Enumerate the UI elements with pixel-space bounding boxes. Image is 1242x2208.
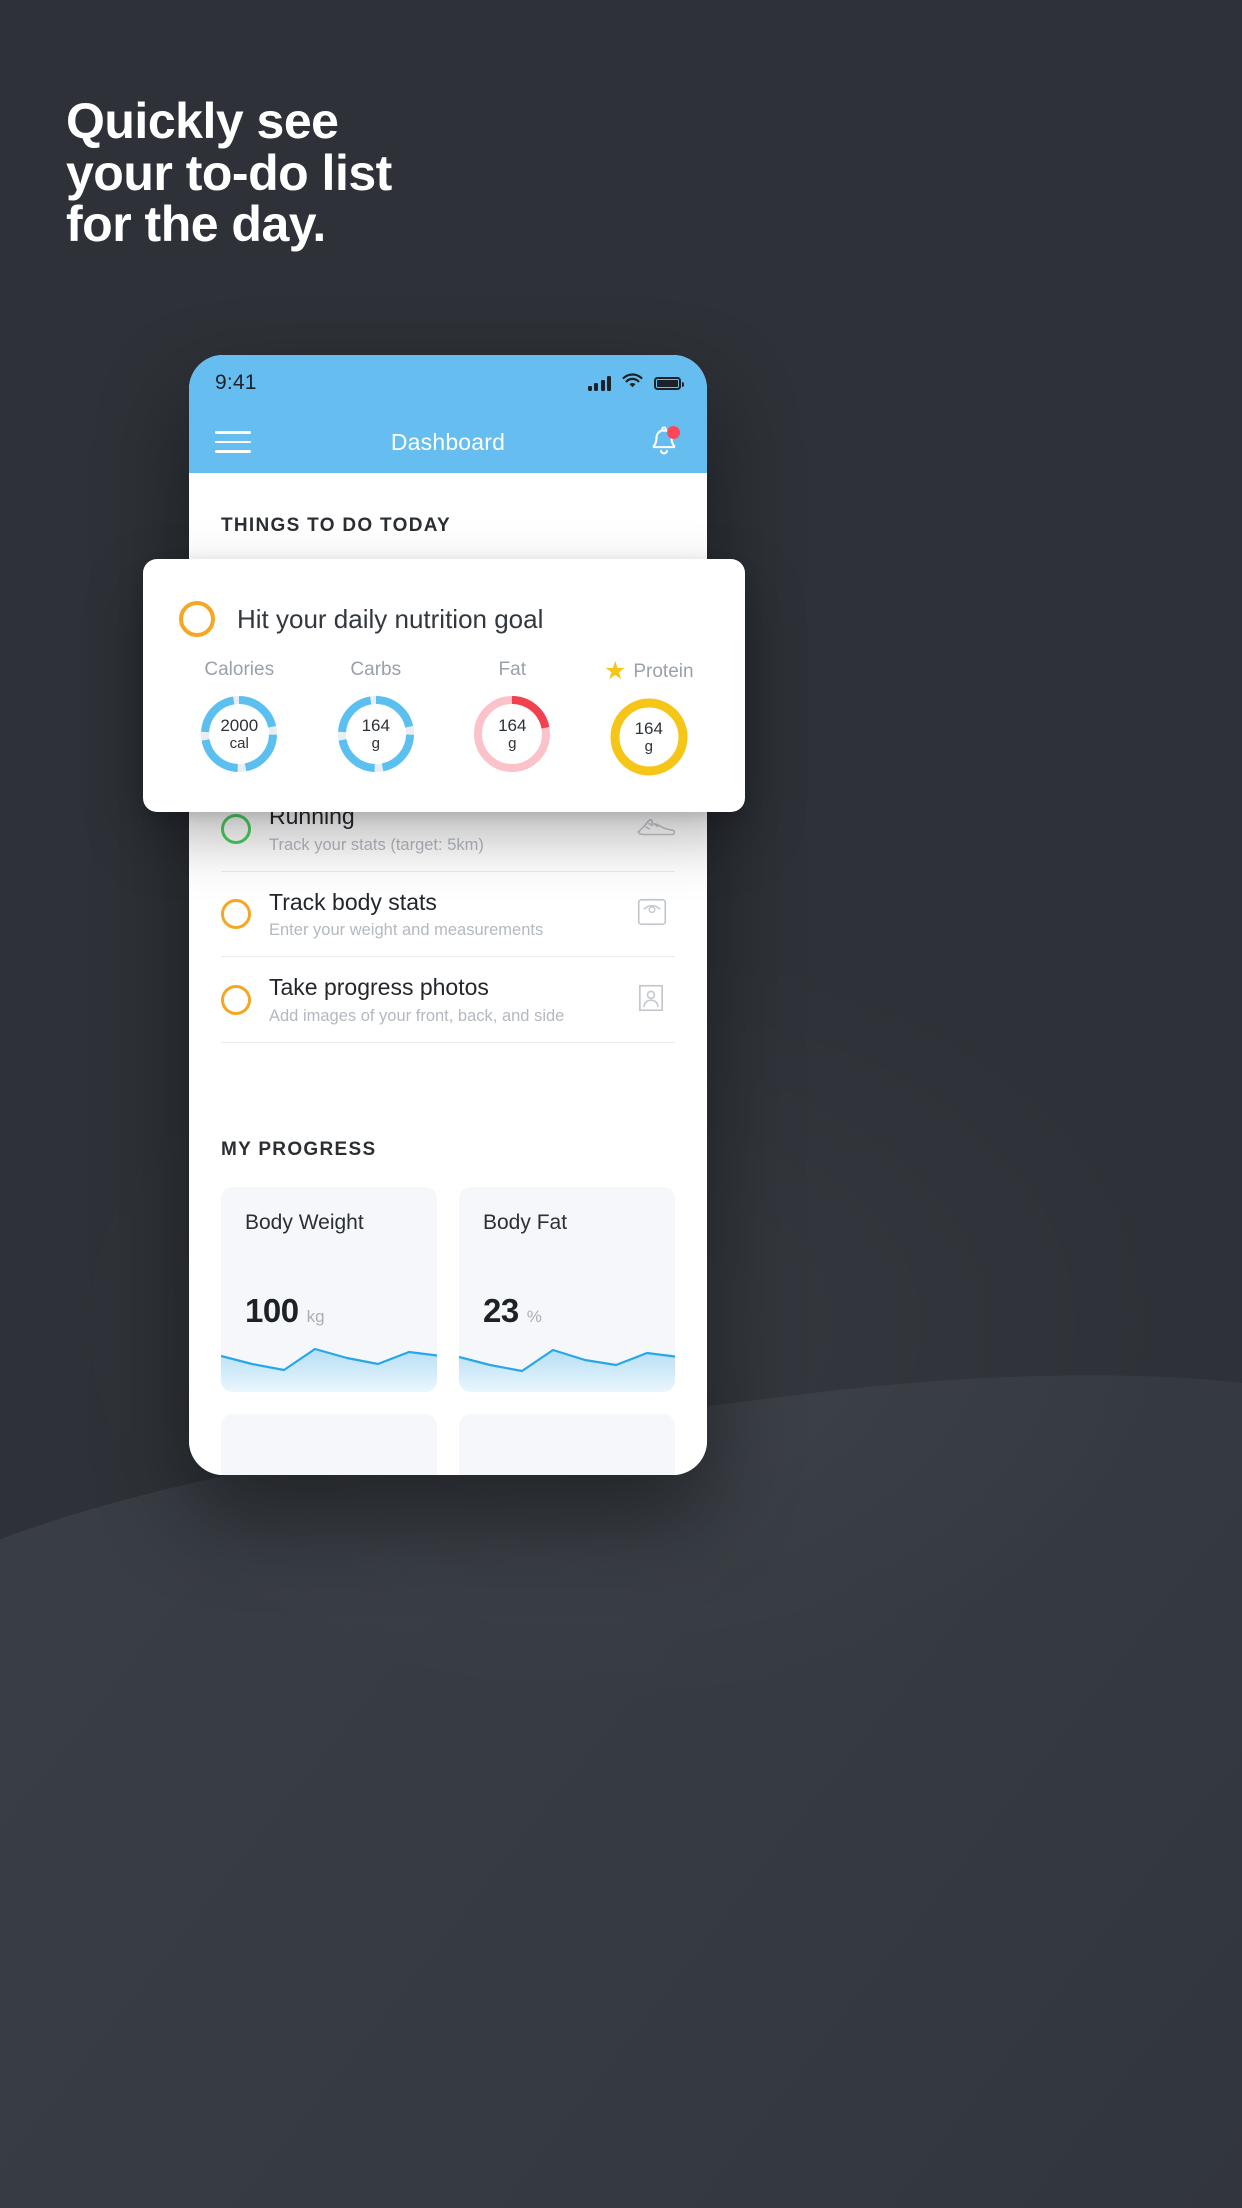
phone-top-bar: 9:41 Dashboard (189, 355, 707, 473)
todo-checkbox-icon[interactable] (221, 899, 251, 930)
phone-mockup: 9:41 Dashboard THINGS TO DO TODAY Runnin… (189, 355, 707, 1475)
person-photo-icon (635, 981, 675, 1019)
macro-donut-text: 164 g (606, 694, 692, 780)
nutrition-goal-card[interactable]: Hit your daily nutrition goal Calories 2… (143, 559, 745, 812)
signal-bars-icon (587, 375, 611, 391)
progress-card-title: Body Fat (483, 1210, 568, 1234)
progress-card-number: 100 (245, 1291, 299, 1329)
macro-donut-carbs: 164 g (333, 691, 419, 777)
notification-bell-icon[interactable] (647, 425, 681, 459)
progress-card-title: Body Weight (245, 1210, 364, 1234)
progress-card-placeholder[interactable] (221, 1413, 437, 1475)
macro-carbs[interactable]: Carbs 164 g (308, 659, 445, 780)
macro-ring-row: Calories 2000 cal Carbs 164 g Fat 164 g … (143, 637, 745, 780)
macro-value: 164 (361, 715, 390, 735)
notification-badge (667, 426, 680, 439)
progress-card-row: Body Weight 100 kg Body Fat 23 % (221, 1186, 675, 1392)
running-shoe-icon (635, 810, 676, 848)
macro-fat[interactable]: Fat 164 g (444, 659, 581, 780)
todo-title: Take progress photos (269, 974, 489, 1001)
nutrition-card-header: Hit your daily nutrition goal (143, 559, 745, 637)
macro-calories[interactable]: Calories 2000 cal (171, 659, 308, 780)
macro-unit: g (371, 734, 380, 752)
status-bar-icons (587, 372, 684, 394)
todo-checkbox-icon[interactable] (221, 813, 251, 844)
macro-label-row: Calories (204, 659, 274, 681)
progress-card-row-next (221, 1413, 675, 1475)
macro-label-row: Carbs (350, 659, 401, 681)
progress-card-body-weight[interactable]: Body Weight 100 kg (221, 1186, 437, 1392)
nutrition-card-title: Hit your daily nutrition goal (237, 603, 544, 634)
progress-card-number: 23 (483, 1291, 519, 1329)
section-heading-progress: MY PROGRESS (221, 1138, 377, 1160)
todo-text: Track body stats Enter your weight and m… (269, 889, 617, 941)
macro-donut-text: 164 g (333, 691, 419, 777)
weight-scale-icon (635, 895, 675, 933)
todo-subtitle: Track your stats (target: 5km) (269, 835, 484, 854)
todo-subtitle: Enter your weight and measurements (269, 921, 544, 940)
macro-donut-fat: 164 g (469, 691, 555, 777)
progress-card-value: 23 % (483, 1292, 542, 1330)
app-navbar: Dashboard (189, 411, 707, 473)
progress-card-body-fat[interactable]: Body Fat 23 % (459, 1186, 675, 1392)
todo-text: Take progress photos Add images of your … (269, 974, 617, 1026)
macro-unit: cal (229, 734, 249, 752)
macro-label: Carbs (350, 659, 402, 680)
page-title: Dashboard (390, 428, 506, 455)
todo-list: Running Track your stats (target: 5km) T… (189, 785, 707, 1043)
macro-protein[interactable]: ★ Protein 164 g (581, 659, 718, 780)
list-item[interactable]: Take progress photos Add images of your … (221, 957, 675, 1043)
todo-checkbox-icon[interactable] (179, 601, 215, 637)
progress-card-unit: % (526, 1306, 542, 1326)
todo-checkbox-icon[interactable] (221, 984, 251, 1015)
todo-title: Track body stats (269, 888, 437, 915)
sparkline-chart-body-fat (459, 1348, 675, 1392)
macro-value: 164 (634, 718, 663, 738)
macro-donut-calories: 2000 cal (196, 691, 282, 777)
macro-unit: g (508, 734, 517, 752)
promo-screenshot: Quickly see your to-do list for the day.… (0, 0, 1242, 2208)
wifi-icon (622, 372, 643, 394)
todo-subtitle: Add images of your front, back, and side (269, 1006, 565, 1025)
progress-card-placeholder[interactable] (459, 1413, 675, 1475)
promo-headline: Quickly see your to-do list for the day. (66, 93, 392, 252)
status-bar-time: 9:41 (215, 371, 257, 394)
macro-donut-protein: 164 g (606, 694, 692, 780)
progress-card-value: 100 kg (245, 1292, 325, 1330)
macro-unit: g (644, 737, 653, 755)
hamburger-menu-icon[interactable] (215, 431, 251, 453)
progress-section: MY PROGRESS Body Weight 100 kg Body Fat … (189, 1043, 707, 1475)
star-icon: ★ (603, 657, 627, 685)
macro-value: 164 (498, 715, 527, 735)
macro-donut-text: 2000 cal (196, 691, 282, 777)
macro-label: Protein (633, 660, 694, 682)
progress-card-unit: kg (306, 1306, 325, 1326)
list-item[interactable]: Track body stats Enter your weight and m… (221, 872, 675, 958)
macro-label: Calories (204, 659, 275, 680)
section-heading-todo: THINGS TO DO TODAY (221, 515, 451, 536)
sparkline-chart-body-weight (221, 1347, 437, 1392)
battery-icon (654, 376, 684, 390)
macro-value: 2000 (220, 715, 259, 735)
macro-label: Fat (498, 659, 526, 680)
macro-label-row: ★ Protein (604, 659, 694, 684)
macro-donut-text: 164 g (469, 691, 555, 777)
status-bar: 9:41 (189, 355, 707, 411)
macro-label-row: Fat (499, 659, 526, 681)
